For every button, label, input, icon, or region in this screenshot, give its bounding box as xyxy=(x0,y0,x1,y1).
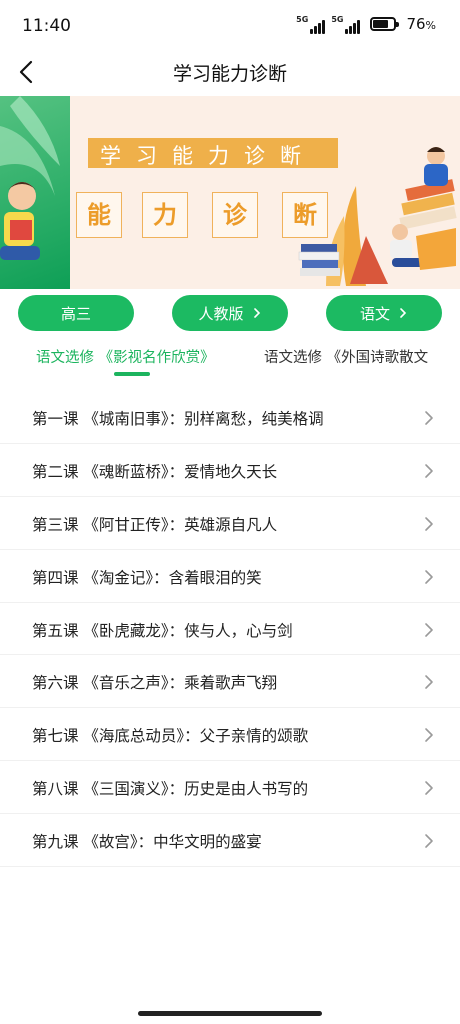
page-title: 学习能力诊断 xyxy=(172,63,287,85)
lesson-title: 第九课 《故宫》：中华文明的盛宴 xyxy=(32,833,262,852)
nav-bar: 学习能力诊断 xyxy=(0,48,460,96)
grade-filter-button[interactable]: 高三 xyxy=(18,295,134,331)
tab-film-appreciation[interactable]: 语文选修 《影视名作欣赏》 xyxy=(36,346,215,367)
lesson-title: 第八课 《三国演义》：历史是由人书写的 xyxy=(32,780,309,799)
chevron-right-icon xyxy=(425,516,433,531)
filter-chips: 高三 人教版 语文 xyxy=(0,295,460,331)
banner-char-box: 力 xyxy=(142,192,188,238)
status-time: 11:40 xyxy=(22,16,71,36)
lesson-title: 第五课 《卧虎藏龙》：侠与人，心与剑 xyxy=(32,621,293,640)
chevron-right-icon xyxy=(425,728,433,743)
chip-label: 人教版 xyxy=(198,304,244,323)
battery-level xyxy=(373,20,389,28)
chevron-right-icon xyxy=(425,675,433,690)
banner: 学习能力诊断 能 力 诊 断 xyxy=(0,96,460,289)
lesson-title: 第六课 《音乐之声》：乘着歌声飞翔 xyxy=(32,674,278,693)
signal-icon: 5G xyxy=(296,14,326,34)
network-type-label: 5G xyxy=(296,15,309,24)
status-bar: 11:40 5G 5G 76% xyxy=(0,0,460,52)
lesson-row[interactable]: 第九课 《故宫》：中华文明的盛宴 xyxy=(0,814,460,868)
chevron-right-icon xyxy=(425,781,433,796)
students-books-illustration xyxy=(298,147,457,286)
lesson-title: 第七课 《海底总动员》：父子亲情的颂歌 xyxy=(32,727,309,746)
lesson-row[interactable]: 第八课 《三国演义》：历史是由人书写的 xyxy=(0,761,460,815)
signal-icon-2: 5G xyxy=(331,14,361,34)
battery-text: 76% xyxy=(406,15,436,33)
status-icons: 5G 5G 76% xyxy=(296,14,436,34)
subject-filter-button[interactable]: 语文 xyxy=(326,295,442,331)
reading-boy-icon xyxy=(0,96,60,260)
battery-icon xyxy=(370,17,400,31)
lesson-row[interactable]: 第二课 《魂断蓝桥》：爱情地久天长 xyxy=(0,444,460,497)
banner-char-box: 能 xyxy=(76,192,122,238)
chevron-right-icon xyxy=(425,411,433,425)
edition-filter-button[interactable]: 人教版 xyxy=(172,295,288,331)
lesson-row[interactable]: 第七课 《海底总动员》：父子亲情的颂歌 xyxy=(0,708,460,762)
lesson-title: 第四课 《淘金记》：含着眼泪的笑 xyxy=(32,568,262,587)
network-type-label-2: 5G xyxy=(331,15,344,24)
banner-illustration-left xyxy=(0,96,70,289)
chevron-right-icon xyxy=(253,308,260,318)
chevron-right-icon xyxy=(425,622,433,637)
lesson-row[interactable]: 第四课 《淘金记》：含着眼泪的笑 xyxy=(0,550,460,603)
banner-title: 学习能力诊断 xyxy=(100,144,316,168)
lesson-row[interactable]: 第五课 《卧虎藏龙》：侠与人，心与剑 xyxy=(0,603,460,656)
banner-char-box: 诊 xyxy=(212,192,258,238)
lesson-row[interactable]: 第一课 《城南旧事》：别样离愁，纯美格调 xyxy=(0,391,460,444)
chevron-right-icon xyxy=(400,308,407,318)
chevron-right-icon xyxy=(425,569,433,584)
chip-label: 语文 xyxy=(359,304,390,323)
chevron-right-icon xyxy=(425,464,433,478)
lesson-list: 第一课 《城南旧事》：别样离愁，纯美格调 第二课 《魂断蓝桥》：爱情地久天长 第… xyxy=(0,391,460,868)
course-tabs: 语文选修 《影视名作欣赏》 语文选修 《外国诗歌散文 xyxy=(0,340,460,380)
tab-foreign-poetry[interactable]: 语文选修 《外国诗歌散文 xyxy=(264,346,428,367)
lesson-row[interactable]: 第三课 《阿甘正传》：英雄源自凡人 xyxy=(0,497,460,550)
home-indicator[interactable] xyxy=(138,1011,322,1016)
active-tab-indicator xyxy=(114,372,150,376)
chip-label: 高三 xyxy=(60,304,91,323)
lesson-title: 第一课 《城南旧事》：别样离愁，纯美格调 xyxy=(32,410,324,428)
lesson-title: 第三课 《阿甘正传》：英雄源自凡人 xyxy=(32,515,278,534)
chevron-right-icon xyxy=(425,834,433,848)
lesson-title: 第二课 《魂断蓝桥》：爱情地久天长 xyxy=(32,462,278,481)
lesson-row[interactable]: 第六课 《音乐之声》：乘着歌声飞翔 xyxy=(0,655,460,709)
